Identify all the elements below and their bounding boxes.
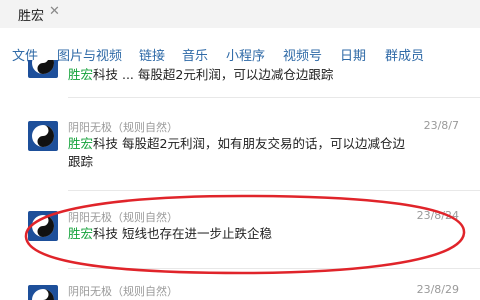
- avatar: [28, 60, 58, 78]
- yin-yang-icon: [32, 215, 54, 237]
- search-query[interactable]: 胜宏: [18, 5, 44, 24]
- message-content: 胜宏科技 ... 每股超2元利润，可以边减仓边跟踪: [68, 66, 413, 82]
- keyword-highlight: 胜宏: [68, 67, 94, 82]
- keyword-highlight: 胜宏: [68, 136, 94, 151]
- avatar: [28, 211, 58, 241]
- sender-name: 阴阳无极（规则自然）: [68, 285, 178, 298]
- keyword-highlight: 胜宏: [68, 226, 94, 241]
- message-date: 23/8/7: [423, 119, 459, 132]
- message-text: 科技 短线也存在进一步止跌企稳: [93, 226, 272, 241]
- message-date: 23/8/29: [416, 283, 459, 296]
- message-date: 23/8/24: [416, 209, 459, 222]
- message-item[interactable]: 阴阳无极（规则自然） 23/8/24 胜宏科技 短线也存在进一步止跌企稳: [0, 205, 480, 255]
- message-text: 科技 每股超2元利润，如有朋友交易的话，可以边减仓边跟踪: [68, 136, 405, 169]
- message-item[interactable]: 胜宏科技 ... 每股超2元利润，可以边减仓边跟踪: [0, 60, 480, 82]
- divider: [68, 268, 480, 269]
- message-item[interactable]: 阴阳无极（规则自然） 23/8/29: [0, 279, 480, 300]
- divider: [68, 97, 480, 98]
- sender-name: 阴阳无极（规则自然）: [68, 211, 178, 224]
- yin-yang-icon: [32, 60, 54, 74]
- avatar: [28, 285, 58, 300]
- yin-yang-icon: [32, 125, 54, 147]
- message-content: 胜宏科技 短线也存在进一步止跌企稳: [68, 225, 413, 243]
- sender-name: 阴阳无极（规则自然）: [68, 121, 178, 134]
- divider: [68, 190, 480, 191]
- close-icon[interactable]: ✕: [49, 4, 60, 19]
- message-text: 科技 ... 每股超2元利润，可以边减仓边跟踪: [93, 67, 334, 82]
- message-content: 胜宏科技 每股超2元利润，如有朋友交易的话，可以边减仓边跟踪: [68, 135, 413, 171]
- search-bar[interactable]: 胜宏 ✕: [0, 0, 480, 28]
- message-item[interactable]: 阴阳无极（规则自然） 23/8/7 胜宏科技 每股超2元利润，如有朋友交易的话，…: [0, 115, 480, 180]
- avatar: [28, 121, 58, 151]
- yin-yang-icon: [32, 289, 54, 300]
